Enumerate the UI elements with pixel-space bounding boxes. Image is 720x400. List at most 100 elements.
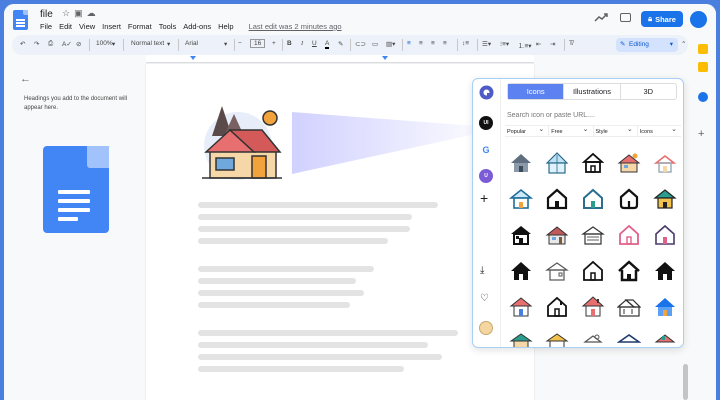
house-result-icon[interactable] bbox=[653, 151, 677, 175]
star-icon[interactable]: ☆ bbox=[62, 8, 74, 18]
download-icon[interactable]: ⤓ bbox=[480, 265, 484, 276]
share-button[interactable]: 🔒︎ Share bbox=[641, 11, 683, 27]
tab-3d[interactable]: 3D bbox=[621, 84, 676, 99]
house-result-icon[interactable] bbox=[653, 331, 677, 348]
back-arrow-icon[interactable]: ← bbox=[20, 73, 31, 85]
paint-format-icon[interactable]: ⊘ bbox=[76, 40, 81, 48]
move-folder-icon[interactable]: ▣ bbox=[74, 8, 87, 18]
decrease-indent-icon[interactable]: ⇤ bbox=[536, 40, 541, 48]
underline-icon[interactable]: U bbox=[312, 40, 317, 47]
right-indent-marker[interactable] bbox=[382, 56, 388, 60]
add-addon-icon[interactable]: + bbox=[698, 128, 704, 140]
house-result-icon[interactable] bbox=[581, 187, 605, 211]
italic-icon[interactable]: I bbox=[301, 40, 303, 47]
left-indent-marker[interactable] bbox=[190, 56, 196, 60]
insert-image-icon[interactable]: ▨▾ bbox=[386, 40, 395, 48]
house-result-icon[interactable] bbox=[617, 295, 641, 319]
inserted-house-illustration[interactable] bbox=[200, 100, 284, 184]
last-edit-link[interactable]: Last edit was 2 minutes ago bbox=[249, 22, 342, 31]
increase-indent-icon[interactable]: ⇥ bbox=[550, 40, 555, 48]
house-result-icon[interactable] bbox=[581, 223, 605, 247]
filter-sort[interactable]: Popular bbox=[505, 125, 550, 136]
increase-font-icon[interactable]: + bbox=[272, 40, 276, 47]
house-result-icon[interactable] bbox=[617, 331, 641, 348]
house-result-icon[interactable] bbox=[545, 259, 569, 283]
menu-tools[interactable]: Tools bbox=[159, 22, 177, 31]
filter-type[interactable]: Icons bbox=[638, 125, 681, 136]
undo-icon[interactable]: ↶ bbox=[20, 40, 25, 48]
filter-license[interactable]: Free bbox=[549, 125, 594, 136]
menu-format[interactable]: Format bbox=[128, 22, 152, 31]
house-result-icon[interactable] bbox=[509, 151, 533, 175]
font-select[interactable]: Arial bbox=[185, 40, 198, 47]
house-result-icon[interactable] bbox=[653, 259, 677, 283]
tab-illustrations[interactable]: Illustrations bbox=[564, 84, 621, 99]
text-color-icon[interactable]: A bbox=[325, 40, 330, 49]
comment-history-icon[interactable] bbox=[620, 13, 631, 22]
ui-icons-source[interactable]: UI bbox=[479, 116, 493, 130]
add-source-icon[interactable]: + bbox=[480, 190, 488, 206]
menu-file[interactable]: File bbox=[40, 22, 52, 31]
align-justify-icon[interactable]: ≡ bbox=[443, 40, 447, 47]
decrease-font-icon[interactable]: − bbox=[238, 40, 242, 47]
house-result-icon[interactable] bbox=[545, 187, 569, 211]
house-result-icon[interactable] bbox=[617, 259, 641, 283]
house-result-icon[interactable] bbox=[581, 295, 605, 319]
house-result-icon[interactable] bbox=[581, 259, 605, 283]
zoom-select[interactable]: 100% bbox=[96, 40, 113, 47]
keep-icon[interactable] bbox=[698, 44, 708, 54]
user-source-icon[interactable]: U bbox=[479, 169, 493, 183]
horizontal-ruler[interactable] bbox=[146, 55, 534, 63]
house-result-icon[interactable] bbox=[581, 331, 605, 348]
house-result-icon[interactable] bbox=[653, 223, 677, 247]
house-result-icon[interactable] bbox=[545, 331, 569, 348]
hide-menus-icon[interactable]: ⌃ bbox=[681, 40, 686, 48]
document-title[interactable]: file bbox=[40, 9, 53, 20]
filter-style[interactable]: Style bbox=[594, 125, 638, 136]
house-result-icon[interactable] bbox=[617, 187, 641, 211]
menu-addons[interactable]: Add-ons bbox=[183, 22, 211, 31]
house-result-icon[interactable] bbox=[545, 295, 569, 319]
docs-logo-icon[interactable] bbox=[13, 10, 28, 30]
house-result-icon[interactable] bbox=[545, 151, 569, 175]
house-result-icon[interactable] bbox=[509, 331, 533, 348]
addon-logo-icon[interactable] bbox=[479, 85, 494, 100]
tasks-icon[interactable] bbox=[698, 62, 708, 72]
house-result-icon[interactable] bbox=[545, 223, 569, 247]
clear-formatting-icon[interactable]: T̸ bbox=[569, 40, 573, 47]
editing-mode-select[interactable]: Editing ▾ ✎ bbox=[616, 38, 678, 52]
spellcheck-icon[interactable]: A✓ bbox=[62, 40, 72, 48]
menu-help[interactable]: Help bbox=[218, 22, 233, 31]
tab-icons[interactable]: Icons bbox=[508, 84, 565, 99]
numbered-list-icon[interactable]: ⒈≡▾ bbox=[518, 40, 532, 50]
paragraph-style-select[interactable]: Normal text bbox=[131, 40, 164, 47]
redo-icon[interactable]: ↷ bbox=[34, 40, 39, 48]
house-result-icon[interactable] bbox=[653, 295, 677, 319]
google-icon[interactable]: G bbox=[479, 143, 493, 157]
tasks-check-icon[interactable] bbox=[698, 92, 708, 102]
icon-search-input[interactable] bbox=[507, 109, 677, 121]
line-spacing-icon[interactable]: ↕≡ bbox=[462, 40, 469, 47]
house-result-icon[interactable] bbox=[617, 223, 641, 247]
activity-trend-icon[interactable] bbox=[594, 12, 608, 22]
favorites-heart-icon[interactable]: ♡ bbox=[480, 293, 489, 304]
bold-icon[interactable]: B bbox=[287, 40, 292, 47]
align-right-icon[interactable]: ≡ bbox=[431, 40, 435, 47]
house-result-icon[interactable] bbox=[617, 151, 641, 175]
font-size-input[interactable]: 16 bbox=[250, 39, 266, 48]
house-result-icon[interactable] bbox=[509, 187, 533, 211]
house-result-icon[interactable] bbox=[509, 223, 533, 247]
vertical-scrollbar[interactable] bbox=[683, 364, 688, 400]
bulleted-list-icon[interactable]: ⁝≡▾ bbox=[500, 40, 509, 48]
link-icon[interactable]: ⊂⊃ bbox=[355, 40, 366, 48]
checklist-icon[interactable]: ☰▾ bbox=[482, 40, 491, 48]
menu-view[interactable]: View bbox=[79, 22, 95, 31]
house-result-icon[interactable] bbox=[509, 259, 533, 283]
align-left-icon[interactable]: ≡ bbox=[407, 40, 411, 47]
house-result-icon[interactable] bbox=[509, 295, 533, 319]
menu-edit[interactable]: Edit bbox=[59, 22, 72, 31]
house-result-icon[interactable] bbox=[581, 151, 605, 175]
print-icon[interactable]: ⎙ bbox=[48, 40, 53, 48]
user-avatar-icon[interactable] bbox=[479, 321, 493, 335]
add-comment-icon[interactable]: ▭ bbox=[372, 40, 378, 48]
